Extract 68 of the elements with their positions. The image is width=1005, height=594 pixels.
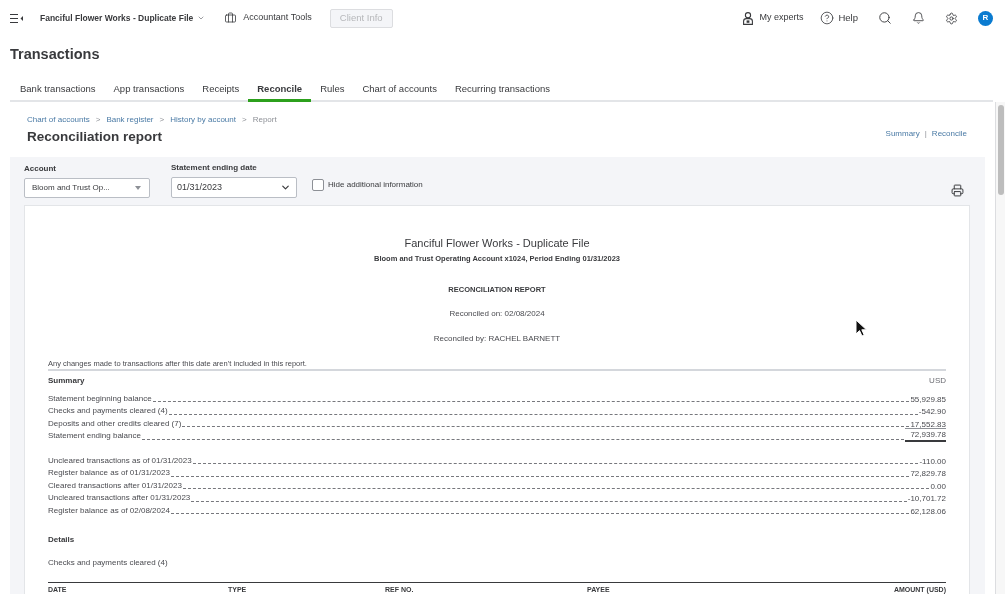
view-link[interactable]: Reconcile	[931, 129, 967, 139]
chevron-down-icon	[197, 14, 206, 22]
summary-amount: 72,829.78	[910, 468, 946, 479]
account-select[interactable]: Bloom and Trust Op...	[24, 178, 150, 198]
date-select[interactable]: 01/31/2023	[171, 177, 297, 198]
breadcrumb-link[interactable]: Chart of accounts	[27, 115, 90, 125]
summary-amount: 0.00	[930, 480, 946, 492]
tab[interactable]: Receipts	[193, 80, 249, 102]
scrollbar-thumb[interactable]	[997, 105, 1004, 195]
checkbox[interactable]	[312, 179, 324, 191]
briefcase-icon	[224, 12, 238, 24]
field-label: Account	[24, 164, 56, 174]
person-icon	[743, 11, 754, 25]
summary-amount: 72,939.78	[905, 428, 946, 442]
tab[interactable]: Chart of accounts	[353, 80, 446, 102]
breadcrumb-separator: >	[95, 115, 101, 125]
breadcrumb-separator: >	[159, 115, 165, 125]
tab[interactable]: App transactions	[104, 80, 194, 102]
company-switcher[interactable]: Fanciful Flower Works - Duplicate File	[40, 11, 206, 25]
summary-label: Cleared transactions after 01/31/2023	[48, 479, 182, 492]
breadcrumb-separator: >	[242, 115, 247, 125]
summary-label: Uncleared transactions after 01/31/2023	[48, 492, 191, 504]
user-avatar[interactable]: R	[978, 10, 993, 26]
tab[interactable]: Recurring transactions	[445, 80, 559, 102]
summary-label: Statement ending balance	[48, 430, 141, 442]
breadcrumb-link[interactable]: Bank register	[106, 115, 154, 125]
summary-amount: -542.90	[918, 406, 946, 417]
report-company: Fanciful Flower Works - Duplicate File	[404, 236, 590, 250]
page-title: Transactions	[10, 45, 100, 64]
summary-label: Register balance as of 01/31/2023	[48, 467, 170, 479]
reconciled-by: Reconciled by: RACHEL BARNETT	[433, 334, 561, 344]
report-title: Reconciliation report	[27, 129, 163, 145]
summary-label: Deposits and other credits cleared (7)	[48, 417, 182, 430]
checkbox-label: Hide additional information	[328, 180, 423, 190]
summary-label: Checks and payments cleared (4)	[48, 405, 168, 417]
view-link[interactable]: Summary	[885, 129, 920, 139]
summary-amount: -10,701.72	[907, 493, 946, 504]
field-label: Statement ending date	[171, 163, 257, 173]
menu-icon[interactable]	[10, 13, 23, 23]
summary-amount: 62,128.06	[910, 505, 946, 517]
help-button[interactable]: Help	[820, 10, 858, 26]
search-icon[interactable]	[878, 11, 892, 25]
tab[interactable]: Reconcile	[248, 80, 312, 102]
tab[interactable]: Rules	[311, 80, 354, 102]
summary-label: Uncleared transactions as of 01/31/2023	[48, 454, 192, 467]
section-title: Summary	[48, 376, 85, 386]
printer-icon[interactable]	[951, 184, 964, 197]
summary-amount: -110.00	[919, 455, 946, 467]
tab[interactable]: Bank transactions	[11, 80, 105, 102]
reconciled-on: Reconciled on: 02/08/2024	[449, 309, 545, 319]
help-icon	[820, 11, 835, 25]
breadcrumb-link[interactable]: History by account	[170, 115, 236, 125]
caret-down-icon	[135, 186, 141, 190]
link-separator: |	[924, 129, 927, 139]
accountant-tools-button[interactable]: Accountant Tools	[224, 11, 312, 25]
summary-amount: 55,929.85	[910, 393, 946, 405]
section-title: Details	[48, 534, 75, 545]
mouse-pointer-icon	[855, 319, 867, 337]
breadcrumb-current: Report	[252, 115, 277, 125]
summary-label: Statement beginning balance	[48, 392, 152, 405]
bell-icon[interactable]	[912, 11, 925, 25]
currency-label: USD	[929, 376, 946, 386]
chevron-down-icon	[280, 182, 291, 193]
summary-label: Register balance as of 02/08/2024	[48, 504, 170, 517]
my-experts-button[interactable]: My experts	[743, 11, 804, 25]
summary-amount: 17,552.83	[910, 418, 946, 430]
settings-icon[interactable]	[945, 11, 958, 25]
details-subsection: Checks and payments cleared (4)	[48, 557, 168, 568]
